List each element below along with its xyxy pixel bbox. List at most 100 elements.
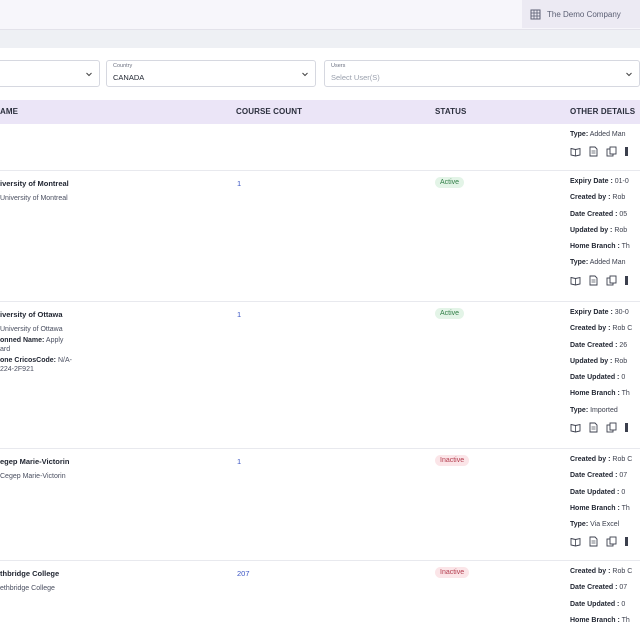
column-header-status[interactable]: STATUS: [435, 107, 466, 116]
book-icon[interactable]: [570, 146, 581, 164]
users-select[interactable]: Users Select User(S): [324, 60, 640, 87]
course-count-link[interactable]: 1: [237, 457, 241, 466]
document-icon[interactable]: [588, 146, 599, 164]
detail-value: 0: [619, 374, 626, 382]
more-icon[interactable]: [624, 146, 635, 164]
institution-cell: thbridge College ethbridge College: [0, 569, 120, 593]
other-details-cell: Type: Added Man: [570, 127, 640, 165]
other-details-cell: Expiry Date : 01-0 Created by : Rob Date C…: [570, 174, 640, 293]
more-icon[interactable]: [624, 275, 635, 293]
detail-value: Rob C: [610, 568, 633, 575]
detail-line: Home Branch : Th: [570, 239, 640, 255]
course-count-link[interactable]: 1: [237, 310, 241, 319]
detail-value: Th: [619, 390, 630, 398]
column-header-name[interactable]: AME: [0, 107, 18, 116]
detail-value: Th: [619, 243, 630, 251]
copy-icon[interactable]: [606, 536, 617, 554]
status-cell: Active: [435, 308, 465, 319]
book-icon[interactable]: [570, 275, 581, 293]
detail-line: Home Branch : Th: [570, 613, 640, 629]
status-cell: Inactive: [435, 455, 470, 466]
detail-value: Added Man: [588, 259, 626, 267]
status-badge: Active: [435, 308, 465, 319]
table-row[interactable]: iversity of Montreal University of Montre…: [0, 171, 640, 302]
document-icon[interactable]: [588, 536, 599, 554]
copy-icon[interactable]: [606, 275, 617, 293]
table-row[interactable]: iversity of Ottawa University of Ottawa on…: [0, 302, 640, 449]
institution-extra: onned Name: Apply ard: [0, 336, 120, 354]
course-count-link[interactable]: 207: [237, 569, 250, 578]
filter-select[interactable]: [0, 60, 100, 87]
institution-cell: iversity of Montreal University of Montre…: [0, 179, 120, 203]
country-label: Country: [113, 63, 133, 69]
chevron-down-icon: [302, 72, 308, 77]
detail-value: Rob C: [610, 325, 633, 333]
column-header-other-details[interactable]: OTHER DETAILS: [570, 107, 635, 116]
detail-value: Imported: [588, 406, 618, 414]
extra-value-cont: ard: [0, 346, 11, 353]
table-row[interactable]: thbridge College ethbridge College 207 Inac…: [0, 561, 640, 640]
detail-value: 30-0: [612, 309, 629, 316]
detail-label: Date Updated :: [570, 374, 620, 382]
row-actions: [570, 275, 640, 293]
detail-label: Created by :: [570, 568, 611, 575]
institution-name[interactable]: thbridge College: [0, 569, 120, 578]
copy-icon[interactable]: [606, 146, 617, 164]
document-icon[interactable]: [588, 275, 599, 293]
status-badge: Active: [435, 177, 465, 188]
institution-extra: one CricosCode: N/A- 224-2F921: [0, 356, 120, 374]
table-row[interactable]: Type: Added Man: [0, 124, 640, 171]
institution-subtitle: University of Ottawa: [0, 326, 63, 333]
company-name: The Demo Company: [547, 9, 621, 19]
institution-name[interactable]: egep Marie-Victorin: [0, 457, 120, 466]
company-switcher[interactable]: The Demo Company: [522, 0, 640, 28]
detail-value: Rob: [612, 226, 628, 234]
status-cell: Inactive: [435, 567, 470, 578]
document-icon[interactable]: [588, 422, 599, 440]
detail-line: Type: Added Man: [570, 255, 640, 271]
copy-icon[interactable]: [606, 422, 617, 440]
detail-line: Created by : Rob C: [570, 564, 640, 580]
detail-line: Expiry Date : 01-0: [570, 174, 640, 190]
detail-line: Home Branch : Th: [570, 501, 640, 517]
detail-line: Date Created : 26: [570, 338, 640, 354]
filter-bar: Country CANADA Users Select User(S): [0, 60, 640, 92]
chevron-down-icon: [626, 72, 632, 77]
detail-line: Type: Added Man: [570, 127, 640, 143]
detail-line: Created by : Rob: [570, 190, 640, 206]
institution-subtitle: Cegep Marie-Victorin: [0, 473, 66, 480]
detail-value: 07: [617, 472, 628, 480]
institution-name[interactable]: iversity of Ottawa: [0, 310, 120, 319]
detail-label: Date Updated :: [570, 600, 620, 608]
detail-line: Date Updated : 0: [570, 370, 640, 386]
column-header-course-count[interactable]: COURSE COUNT: [236, 107, 302, 116]
detail-line: Type: Imported: [570, 403, 640, 419]
detail-value: 01-0: [612, 178, 629, 185]
detail-label: Created by :: [570, 194, 611, 202]
detail-label: Expiry Date :: [570, 309, 613, 316]
users-placeholder: Select User(S): [331, 73, 380, 82]
book-icon[interactable]: [570, 536, 581, 554]
other-details-cell: Created by : Rob C Date Created : 07 Date …: [570, 452, 640, 555]
detail-label: Type:: [570, 259, 589, 267]
detail-line: Date Created : 07: [570, 468, 640, 484]
extra-value: N/A-: [56, 357, 72, 364]
country-select[interactable]: Country CANADA: [106, 60, 316, 87]
main-panel: Country CANADA Users Select User(S) AME …: [0, 48, 640, 640]
course-count-link[interactable]: 1: [237, 179, 241, 188]
institution-name[interactable]: iversity of Montreal: [0, 179, 120, 188]
detail-label: Updated by :: [570, 226, 613, 234]
book-icon[interactable]: [570, 422, 581, 440]
more-icon[interactable]: [624, 536, 635, 554]
institution-subtitle: ethbridge College: [0, 585, 55, 592]
detail-label: Type:: [570, 521, 589, 529]
detail-value: 05: [617, 210, 628, 218]
detail-line: Updated by : Rob: [570, 223, 640, 239]
more-icon[interactable]: [624, 422, 635, 440]
detail-label: Date Created :: [570, 584, 618, 592]
detail-value: Th: [619, 504, 630, 512]
table-row[interactable]: egep Marie-Victorin Cegep Marie-Victorin 1…: [0, 449, 640, 561]
detail-line: Date Updated : 0: [570, 485, 640, 501]
detail-label: Home Branch :: [570, 616, 620, 624]
detail-label: Date Updated :: [570, 488, 620, 496]
